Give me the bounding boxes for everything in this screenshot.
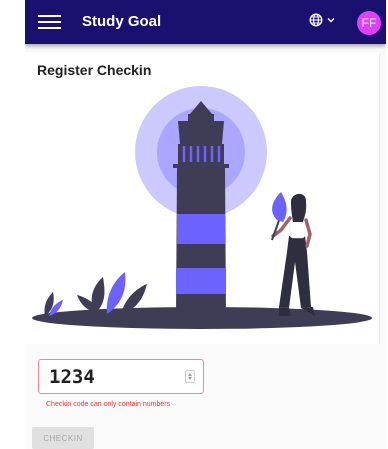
- chevron-down-icon: [327, 18, 335, 23]
- checkin-code-input[interactable]: [49, 365, 179, 389]
- page-title: Register Checkin: [37, 62, 152, 78]
- tower-stripe: [177, 214, 225, 244]
- number-stepper-icon[interactable]: [185, 370, 195, 383]
- avatar[interactable]: FF: [357, 11, 381, 35]
- checkin-form: Checkin code can only contain numbers CH…: [25, 344, 386, 449]
- lighthouse-upper: [178, 121, 224, 144]
- app-title: Study Goal: [82, 13, 162, 30]
- woman-figure: [271, 192, 315, 316]
- app-frame: Study Goal FF Register Checkin 1234 Chec…: [25, 0, 386, 449]
- checkin-button[interactable]: CHECKIN: [32, 427, 94, 449]
- validation-error: Checkin code can only contain numbers: [46, 401, 171, 408]
- plant: [106, 272, 126, 314]
- app-bar: Study Goal FF: [25, 0, 386, 44]
- lighthouse-illustration: [32, 86, 372, 329]
- checkin-code-field[interactable]: [38, 359, 204, 394]
- language-selector[interactable]: [309, 13, 336, 27]
- globe-icon: [309, 13, 323, 27]
- tower-stripe: [176, 268, 226, 294]
- checkin-card: Register Checkin: [25, 52, 379, 344]
- menu-icon[interactable]: [38, 15, 61, 29]
